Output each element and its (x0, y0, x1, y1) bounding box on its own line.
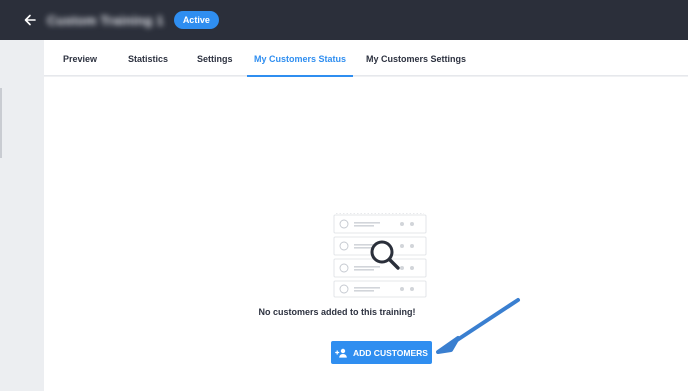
tab-bar: Preview Statistics Settings My Customers… (44, 40, 688, 77)
back-button[interactable] (19, 9, 41, 31)
status-badge: Active (173, 11, 219, 29)
empty-state-message: No customers added to this training! (258, 307, 416, 317)
arrow-left-icon (24, 14, 36, 26)
tab-preview[interactable]: Preview (63, 40, 97, 76)
page-title: Custom Training 1 (47, 12, 164, 28)
left-gutter (0, 40, 44, 391)
magnifier-list-icon (333, 213, 427, 298)
top-bar: Custom Training 1 Active (0, 0, 688, 40)
gutter-edge (0, 88, 2, 158)
tab-settings[interactable]: Settings (197, 40, 233, 76)
tab-my-customers-status[interactable]: My Customers Status (247, 40, 353, 77)
tab-my-customers-settings[interactable]: My Customers Settings (366, 40, 466, 76)
add-customers-button[interactable]: ADD CUSTOMERS (331, 341, 432, 364)
add-user-icon (335, 348, 347, 358)
add-customers-label: ADD CUSTOMERS (353, 347, 428, 358)
tab-statistics[interactable]: Statistics (128, 40, 168, 76)
annotation-arrow-icon (436, 298, 520, 354)
